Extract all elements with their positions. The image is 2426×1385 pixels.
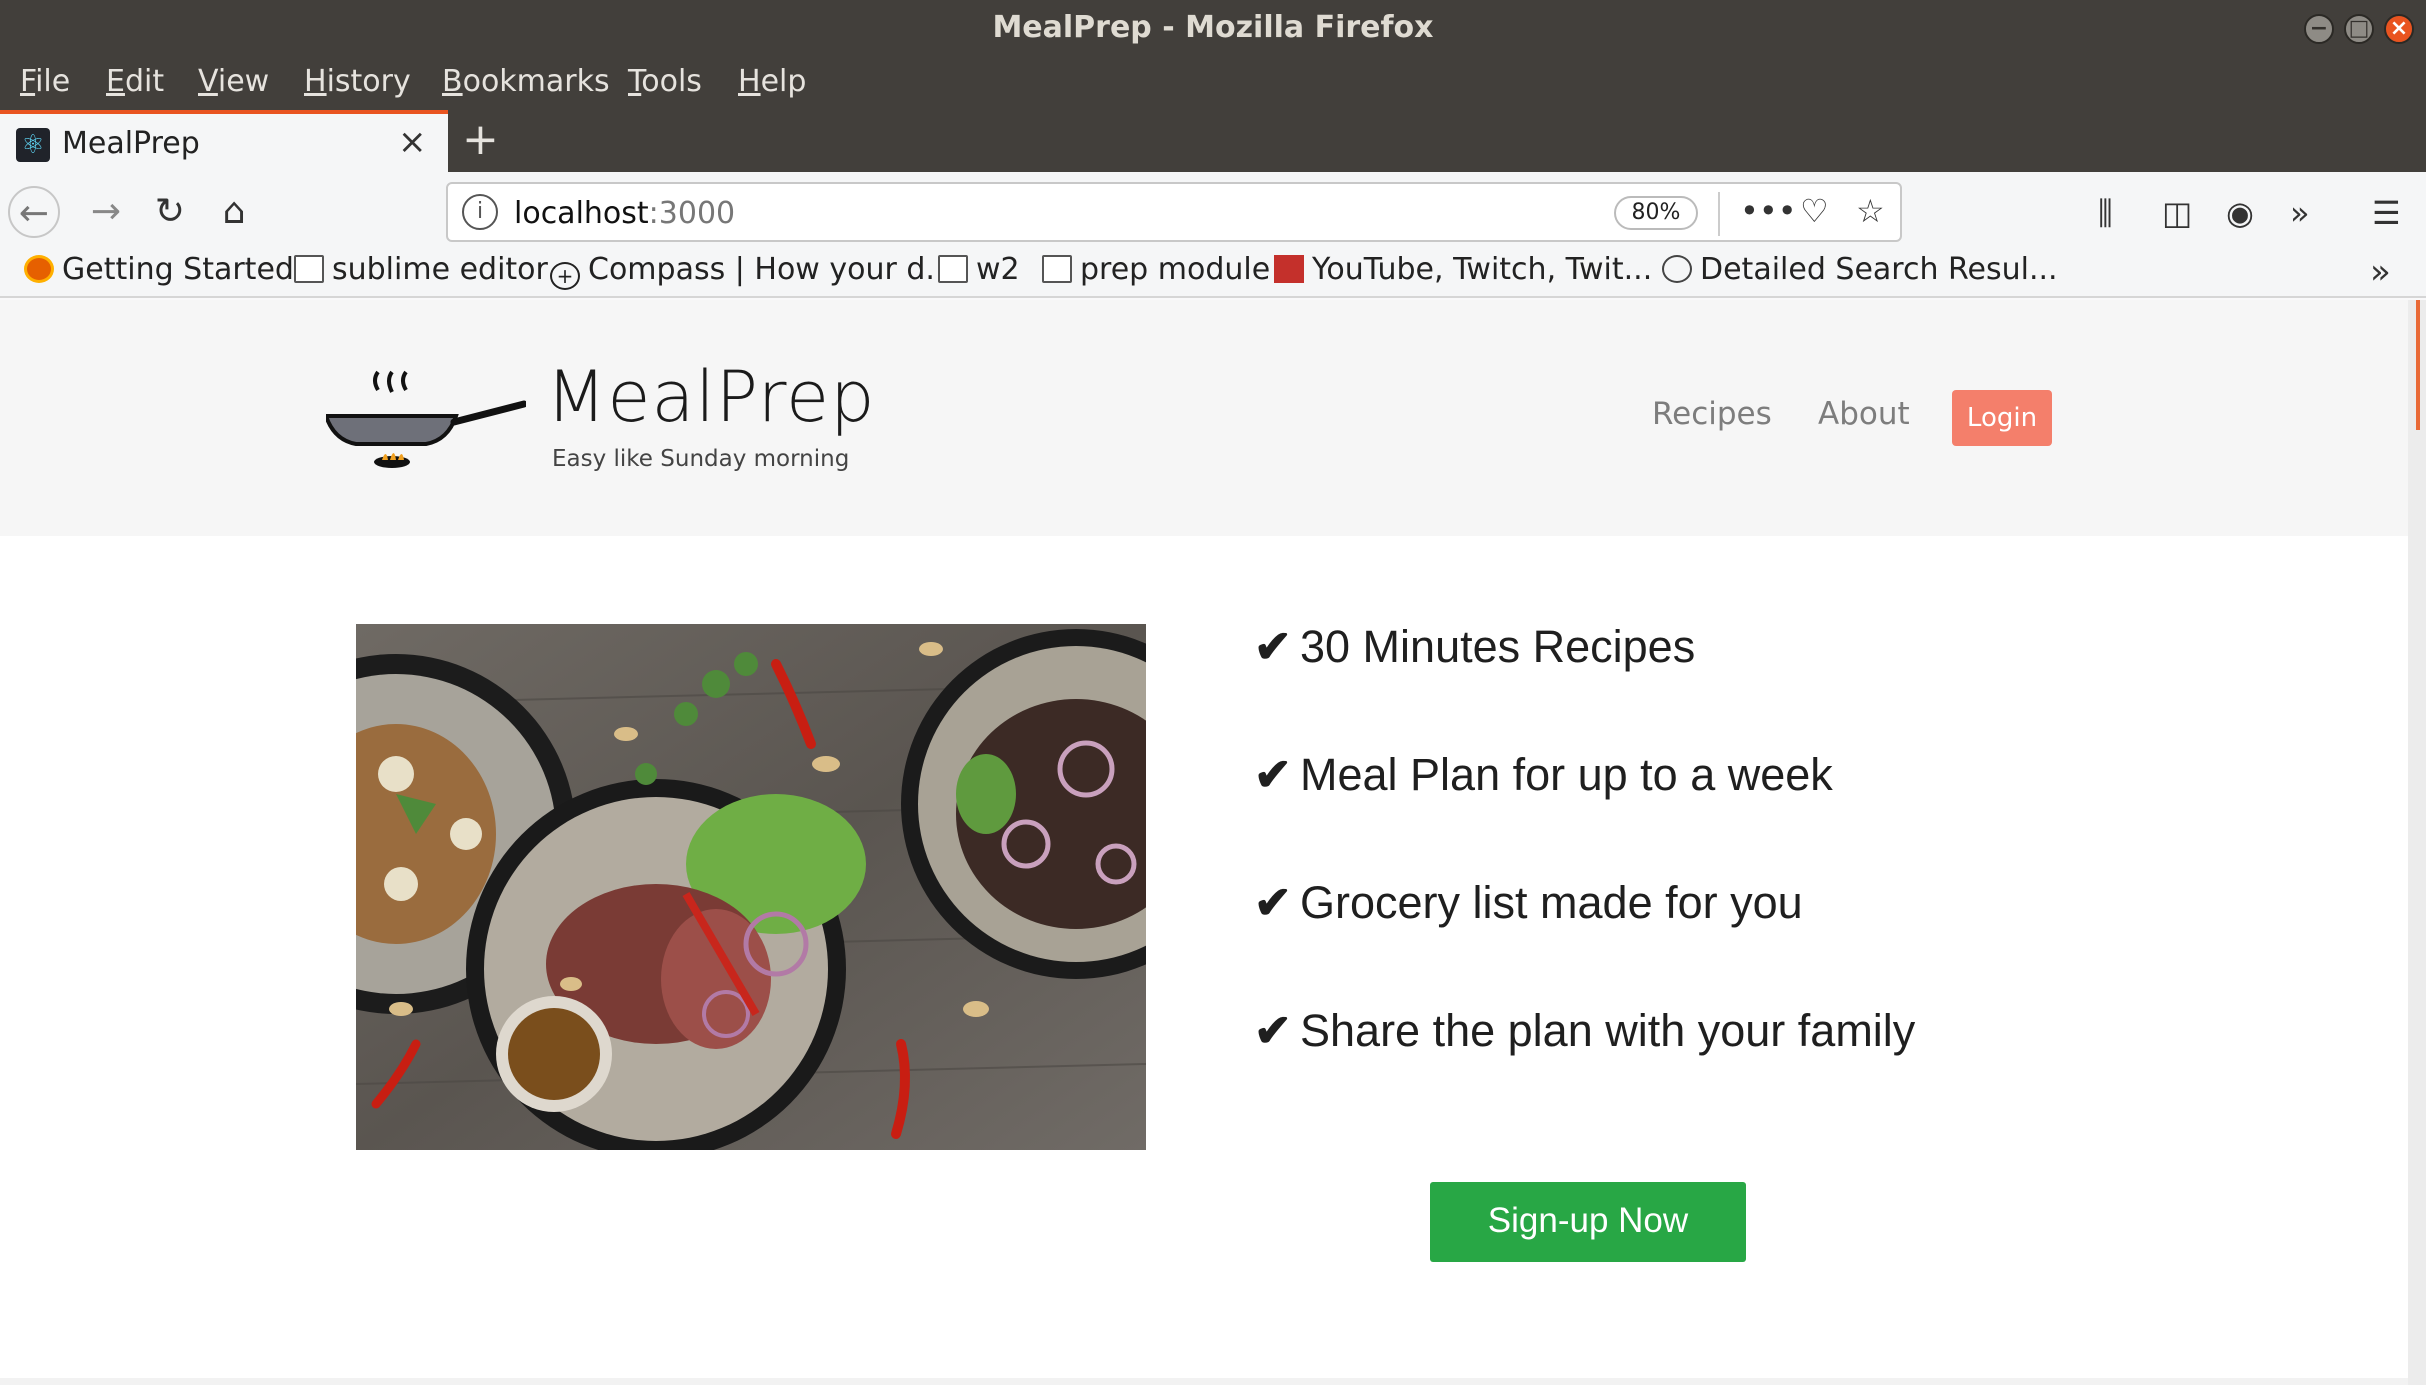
page-actions-icon[interactable]: ••• (1740, 192, 1797, 230)
bookmark-label: prep module (1080, 252, 1271, 287)
url-bar[interactable]: i localhost:3000 80% ••• ♡ ☆ (446, 182, 1902, 242)
globe-icon (1662, 255, 1692, 283)
checkmark-icon: ✔ (1254, 877, 1292, 928)
menu-tools[interactable]: Tools (628, 64, 702, 99)
tab-label: MealPrep (62, 126, 200, 161)
overflow-menu-icon[interactable]: » (2290, 194, 2310, 232)
info-icon[interactable]: i (462, 194, 498, 230)
feature-text: 30 Minutes Recipes (1300, 621, 1696, 672)
close-window-button[interactable]: × (2384, 14, 2414, 44)
menu-view[interactable]: View (198, 64, 269, 99)
maximize-icon: □ (2348, 16, 2370, 41)
url-port: :3000 (648, 196, 736, 231)
hero-food-image (356, 624, 1146, 1150)
frying-pan-logo-icon[interactable] (326, 370, 526, 470)
account-icon[interactable]: ◉ (2226, 194, 2254, 232)
url-divider (1718, 192, 1720, 236)
feature-text: Grocery list made for you (1300, 877, 1803, 928)
site-header: MealPrep Easy like Sunday morning Recipe… (0, 300, 2408, 536)
zoom-indicator[interactable]: 80% (1614, 196, 1698, 230)
bookmark-compass[interactable]: + Compass | How your d... (550, 252, 954, 290)
window-titlebar: MealPrep - Mozilla Firefox − □ × (0, 0, 2426, 58)
url-text[interactable]: localhost:3000 (514, 196, 735, 231)
forward-button[interactable]: → (80, 186, 132, 238)
home-button[interactable]: ⌂ (208, 186, 260, 238)
arrow-right-icon: → (90, 191, 122, 232)
feature-text: Meal Plan for up to a week (1300, 749, 1833, 800)
nav-about-link[interactable]: About (1818, 396, 1910, 432)
bookmark-label: Compass | How your d... (588, 252, 955, 287)
hamburger-menu-icon[interactable]: ☰ (2372, 194, 2401, 232)
arrow-left-icon: ← (18, 193, 50, 234)
react-icon: ⚛ (16, 128, 50, 162)
feature-item: ✔ 30 Minutes Recipes (1254, 620, 1695, 673)
menu-help[interactable]: Help (738, 64, 806, 99)
folder-icon (938, 255, 968, 283)
brand-name[interactable]: MealPrep (546, 356, 876, 438)
folder-icon (1042, 255, 1072, 283)
tab-strip: ⚛ MealPrep × + (0, 110, 2426, 172)
menu-edit[interactable]: Edit (106, 64, 164, 99)
bookmarks-toolbar: Getting Started sublime editor + Compass … (0, 252, 2426, 298)
bookmark-label: Getting Started (62, 252, 294, 287)
signup-button[interactable]: Sign-up Now (1430, 1182, 1746, 1262)
bookmarks-overflow-icon[interactable]: » (2370, 252, 2391, 292)
firefox-icon (24, 255, 54, 283)
checkmark-icon: ✔ (1254, 749, 1292, 800)
library-icon[interactable]: ⫼ (2098, 194, 2113, 233)
bookmark-detailed-search[interactable]: Detailed Search Resul... (1662, 252, 2058, 287)
bookmark-prep-module[interactable]: prep module (1042, 252, 1270, 287)
bookmark-youtube[interactable]: YouTube, Twitch, Twit... (1274, 252, 1652, 287)
back-button[interactable]: ← (8, 186, 60, 238)
menu-history[interactable]: History (304, 64, 411, 99)
bookmark-label: YouTube, Twitch, Twit... (1312, 252, 1653, 287)
pocket-icon[interactable]: ♡ (1800, 192, 1829, 230)
menu-file[interactable]: File (20, 64, 70, 99)
new-tab-button[interactable]: + (462, 114, 499, 166)
reload-button[interactable]: ↻ (144, 186, 196, 238)
feature-item: ✔ Grocery list made for you (1254, 876, 1803, 929)
tab-mealprep[interactable]: ⚛ MealPrep × (0, 110, 448, 172)
checkmark-icon: ✔ (1254, 1005, 1292, 1056)
page-viewport: MealPrep Easy like Sunday morning Recipe… (0, 300, 2408, 1385)
scrollbar-thumb[interactable] (2416, 300, 2420, 430)
maximize-button[interactable]: □ (2344, 14, 2374, 44)
menu-bookmarks[interactable]: Bookmarks (442, 64, 610, 99)
bookmark-sublime-editor[interactable]: sublime editor (294, 252, 548, 287)
sidebar-icon[interactable]: ◫ (2162, 194, 2192, 232)
feature-item: ✔ Share the plan with your family (1254, 1004, 1915, 1057)
bookmark-star-icon[interactable]: ☆ (1856, 192, 1885, 230)
window-title: MealPrep - Mozilla Firefox (992, 10, 1434, 45)
close-icon: × (2389, 16, 2409, 41)
minimize-icon: − (2309, 16, 2329, 41)
navigation-toolbar: ← → ↻ ⌂ i localhost:3000 80% ••• ♡ ☆ ⫼ ◫… (0, 172, 2426, 252)
brand-tagline: Easy like Sunday morning (552, 446, 850, 472)
feature-text: Share the plan with your family (1300, 1005, 1916, 1056)
bookmark-label: w2 (976, 252, 1020, 287)
menu-bar: File Edit View History Bookmarks Tools H… (0, 58, 2426, 110)
minimize-button[interactable]: − (2304, 14, 2334, 44)
nav-recipes-link[interactable]: Recipes (1652, 396, 1772, 432)
bookmark-label: sublime editor (332, 252, 548, 287)
compass-icon: + (550, 262, 580, 290)
page-footer-strip (0, 1378, 2408, 1385)
home-icon: ⌂ (222, 191, 246, 232)
reload-icon: ↻ (154, 191, 186, 232)
bookmark-w2[interactable]: w2 (938, 252, 1020, 287)
feature-item: ✔ Meal Plan for up to a week (1254, 748, 1833, 801)
url-host: localhost (514, 196, 649, 231)
chart-icon (1274, 255, 1304, 283)
page-scrollbar[interactable] (2408, 300, 2426, 1385)
login-button[interactable]: Login (1952, 390, 2052, 446)
bookmark-getting-started[interactable]: Getting Started (24, 252, 294, 287)
folder-icon (294, 255, 324, 283)
tab-close-icon[interactable]: × (398, 122, 427, 162)
checkmark-icon: ✔ (1254, 621, 1292, 672)
bookmark-label: Detailed Search Resul... (1700, 252, 2058, 287)
